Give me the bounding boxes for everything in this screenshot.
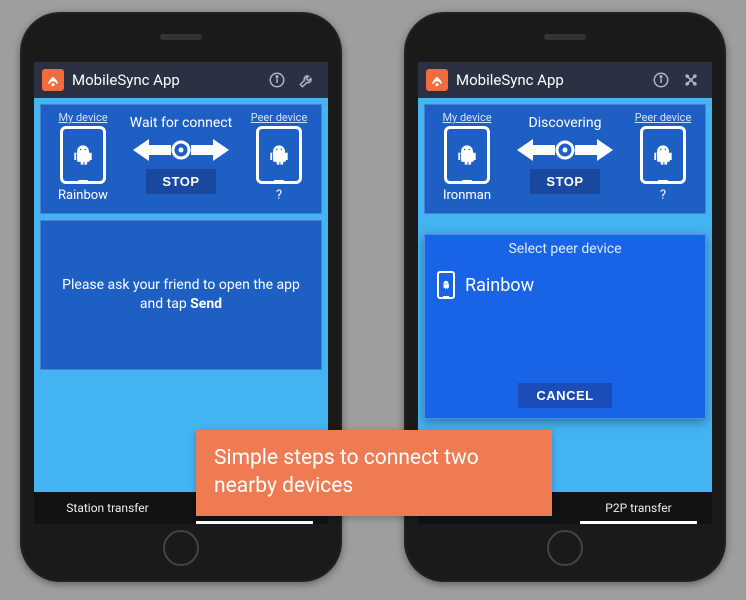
peer-device-name: ?: [629, 188, 697, 203]
peer-device-label[interactable]: Peer device: [629, 111, 697, 124]
android-icon: [268, 143, 290, 167]
connection-row: My device Rainbow Wait for connect STO: [49, 111, 313, 203]
my-device-column: My device Rainbow: [49, 111, 117, 203]
my-device-label[interactable]: My device: [49, 111, 117, 124]
phone-icon: [437, 271, 455, 299]
app-icon: [426, 69, 448, 91]
cancel-button[interactable]: CANCEL: [518, 383, 611, 408]
connection-panel: My device Rainbow Wait for connect STO: [40, 104, 322, 214]
my-device-column: My device Ironman: [433, 111, 501, 203]
my-device-name: Ironman: [433, 188, 501, 203]
dialog-spacer: [425, 309, 705, 379]
tab-station-transfer[interactable]: Station transfer: [34, 492, 181, 524]
phone-icon: [640, 126, 686, 184]
peer-device-name: ?: [245, 188, 313, 203]
dialog-footer: CANCEL: [425, 379, 705, 414]
bidirectional-arrow-icon: [133, 135, 229, 165]
status-text: Wait for connect: [130, 115, 232, 131]
phone-icon: [256, 126, 302, 184]
my-device-label[interactable]: My device: [433, 111, 501, 124]
connection-panel: My device Ironman Discovering STOP: [424, 104, 706, 214]
info-icon[interactable]: [648, 67, 674, 93]
stop-button[interactable]: STOP: [146, 169, 215, 194]
promo-banner: Simple steps to connect two nearby devic…: [196, 430, 552, 516]
tab-label: P2P transfer: [605, 501, 671, 515]
select-peer-dialog: Select peer device Rainbow CANCEL: [424, 234, 706, 419]
action-bar: MobileSync App: [418, 62, 712, 98]
status-column: Wait for connect STOP: [117, 111, 245, 194]
tab-p2p-transfer[interactable]: P2P transfer: [565, 492, 712, 524]
android-icon: [456, 143, 478, 167]
android-icon: [652, 143, 674, 167]
status-column: Discovering STOP: [501, 111, 629, 194]
peer-name: Rainbow: [465, 275, 534, 296]
instruction-bold: Send: [190, 296, 222, 312]
android-icon: [72, 143, 94, 167]
android-icon: [441, 279, 451, 291]
peer-list-item[interactable]: Rainbow: [425, 265, 705, 309]
info-icon[interactable]: [264, 67, 290, 93]
my-device-name: Rainbow: [49, 188, 117, 203]
peer-device-label[interactable]: Peer device: [245, 111, 313, 124]
connection-row: My device Ironman Discovering STOP: [433, 111, 697, 203]
app-title: MobileSync App: [72, 71, 260, 89]
instruction-text: Please ask your friend to open the app a…: [62, 277, 300, 312]
status-text: Discovering: [529, 115, 602, 131]
phone-icon: [60, 126, 106, 184]
peer-device-column: Peer device ?: [245, 111, 313, 203]
bidirectional-arrow-icon: [517, 135, 613, 165]
peer-device-column: Peer device ?: [629, 111, 697, 203]
tab-label: Station transfer: [66, 501, 148, 515]
app-title: MobileSync App: [456, 71, 644, 89]
action-bar: MobileSync App: [34, 62, 328, 98]
wrench-icon[interactable]: [294, 67, 320, 93]
phone-icon: [444, 126, 490, 184]
instruction-panel: Please ask your friend to open the app a…: [40, 220, 322, 370]
dialog-title: Select peer device: [425, 235, 705, 265]
settings-cross-icon[interactable]: [678, 67, 704, 93]
stop-button[interactable]: STOP: [530, 169, 599, 194]
app-icon: [42, 69, 64, 91]
